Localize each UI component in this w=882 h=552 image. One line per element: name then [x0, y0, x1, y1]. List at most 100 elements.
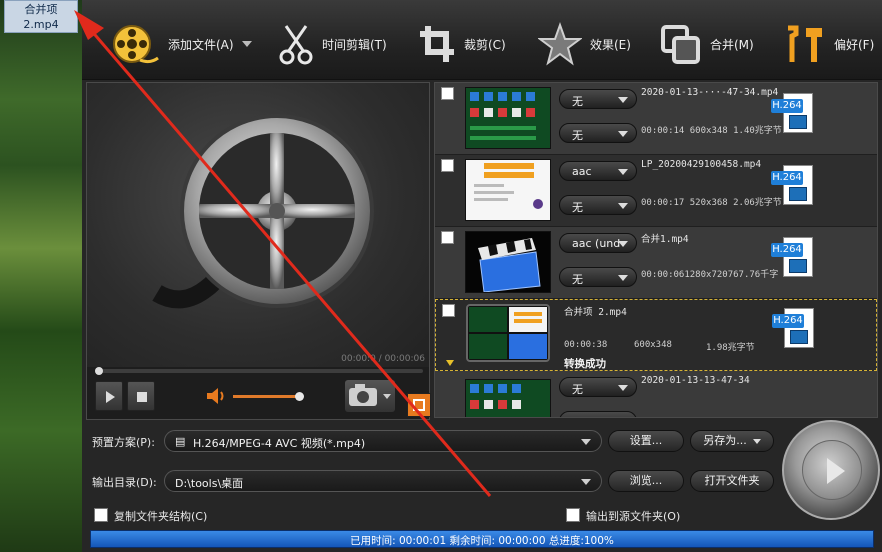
file-size: 1.98兆字节	[706, 343, 755, 353]
file-thumbnail	[465, 159, 551, 221]
preferences-label: 偏好(F)	[834, 37, 875, 52]
file-thumbnail	[465, 87, 551, 149]
file-name: 2020-01-13-13-47-34	[641, 375, 750, 386]
chevron-down-icon	[618, 97, 628, 103]
chevron-down-icon	[581, 479, 591, 485]
output-to-source-checkbox[interactable]	[566, 508, 580, 522]
file-checkbox[interactable]	[441, 87, 454, 100]
chevron-down-icon	[618, 241, 628, 247]
seek-handle[interactable]	[95, 367, 103, 375]
h264-file-icon: H.264	[771, 93, 819, 139]
save-as-button[interactable]: 另存为...	[690, 430, 774, 452]
volume-slider[interactable]	[233, 392, 304, 401]
chevron-down-icon	[618, 203, 628, 209]
play-icon	[827, 458, 845, 484]
file-checkbox[interactable]	[442, 304, 455, 317]
file-meta: 00:00:061280x720767.76千字	[641, 270, 779, 280]
chevron-down-icon	[618, 275, 628, 281]
desktop-background: 合并项 2.mp4	[0, 0, 82, 552]
merged-thumbnail	[466, 304, 550, 362]
file-duration: 00:00:38	[564, 340, 608, 350]
preferences-button[interactable]: 偏好(F)	[782, 22, 874, 66]
crop-button[interactable]: 裁剪(C)	[418, 22, 506, 66]
volume-handle[interactable]	[295, 392, 304, 401]
clapperboard-icon	[466, 232, 550, 292]
play-icon	[106, 391, 115, 403]
conversion-status: 转换成功	[564, 358, 606, 370]
file-name: 合并项 2.mp4	[564, 307, 627, 318]
preview-panel: 00:00:0 / 00:00:06	[86, 82, 431, 420]
file-name: 2020-01-13-···-47-34.mp4	[641, 87, 779, 98]
desktop-file-icon[interactable]: 合并项 2.mp4	[4, 0, 78, 33]
file-row[interactable]: 无 无 2020-01-13-···-47-34.mp4 00:00:14 60…	[435, 83, 877, 155]
audio-track-select[interactable]: 无	[559, 377, 637, 397]
convert-button[interactable]	[782, 420, 880, 520]
crop-label: 裁剪(C)	[464, 37, 506, 52]
trim-label: 时间剪辑(T)	[322, 37, 387, 52]
audio-track-select[interactable]: 无	[559, 89, 637, 109]
preview-time: 00:00:0 / 00:00:06	[341, 354, 425, 364]
file-row[interactable]: 无 2020-01-13-13-47-34	[435, 371, 877, 417]
subtitle-select[interactable]: 无	[559, 267, 637, 287]
merge-button[interactable]: 合并(M)	[660, 22, 754, 66]
effects-button[interactable]: 效果(E)	[538, 22, 631, 66]
open-folder-button[interactable]: 打开文件夹	[690, 470, 774, 492]
subtitle-select[interactable]: 无	[559, 195, 637, 215]
film-reel-icon	[113, 25, 159, 64]
expand-arrow-icon[interactable]	[446, 360, 454, 366]
h264-file-icon: H.264	[772, 308, 820, 354]
file-resolution: 600x348	[634, 340, 672, 350]
camera-icon	[349, 384, 391, 406]
browse-button[interactable]: 浏览...	[608, 470, 684, 492]
scissors-icon	[279, 25, 313, 65]
file-row-selected[interactable]: 合并项 2.mp4 00:00:38 600x348 1.98兆字节 转换成功 …	[435, 299, 877, 371]
stop-button[interactable]	[127, 381, 155, 411]
output-dir-label: 输出目录(D):	[92, 476, 157, 489]
add-file-label: 添加文件(A)	[168, 37, 234, 52]
tools-icon	[788, 25, 822, 62]
file-thumbnail	[465, 379, 551, 417]
file-checkbox[interactable]	[441, 231, 454, 244]
volume-icon[interactable]	[205, 387, 227, 405]
snapshot-button[interactable]	[345, 380, 395, 412]
stop-icon	[137, 392, 147, 402]
save-as-label: 另存为...	[703, 434, 747, 447]
file-name: LP_20200429100458.mp4	[641, 159, 762, 170]
output-to-source-label: 输出到源文件夹(O)	[586, 510, 681, 523]
progress-status-bar: 已用时间: 00:00:01 剩余时间: 00:00:00 总进度:100%	[90, 530, 874, 548]
chevron-down-icon	[752, 438, 761, 444]
chevron-down-icon	[618, 131, 628, 137]
fit-icon	[413, 399, 425, 411]
merge-icon	[661, 25, 700, 64]
merge-label: 合并(M)	[710, 37, 754, 52]
trim-button[interactable]: 时间剪辑(T)	[278, 22, 387, 66]
audio-track-select[interactable]: aac	[559, 161, 637, 181]
file-meta: 00:00:14 600x348 1.40兆字节	[641, 126, 782, 136]
file-icon: ▤	[175, 435, 186, 448]
progress-text: 已用时间: 00:00:01 剩余时间: 00:00:00 总进度:100%	[350, 535, 614, 547]
copy-structure-checkbox[interactable]	[94, 508, 108, 522]
audio-track-select[interactable]: aac (und	[559, 233, 637, 253]
subtitle-select[interactable]: 无	[559, 123, 637, 143]
seek-bar[interactable]	[95, 367, 423, 375]
file-row[interactable]: aac 无 LP_20200429100458.mp4 00:00:17 520…	[435, 155, 877, 227]
file-row[interactable]: aac (und 无 合并1.mp4 00:00:061280x720767.7…	[435, 227, 877, 299]
file-checkbox[interactable]	[441, 159, 454, 172]
effects-label: 效果(E)	[590, 37, 631, 52]
h264-file-icon: H.264	[771, 237, 819, 283]
chevron-down-icon[interactable]	[241, 41, 252, 47]
star-icon	[538, 22, 582, 66]
file-meta: 00:00:17 520x368 2.06兆字节	[641, 198, 782, 208]
subtitle-select[interactable]	[559, 411, 637, 417]
preset-select[interactable]: ▤ H.264/MPEG-4 AVC 视频(*.mp4)	[164, 430, 602, 452]
settings-button[interactable]: 设置...	[608, 430, 684, 452]
fit-window-button[interactable]	[407, 393, 431, 417]
app-window: 添加文件(A) 时间剪辑(T) 裁剪(C) 效果(E) 合并(M) 偏好(F) …	[82, 0, 882, 552]
play-button[interactable]	[95, 381, 123, 411]
add-file-button[interactable]: 添加文件(A)	[110, 22, 252, 66]
film-reel-icon	[152, 114, 374, 309]
output-dir-select[interactable]: D:\tools\桌面	[164, 470, 602, 492]
crop-icon	[420, 26, 454, 62]
toolbar: 添加文件(A) 时间剪辑(T) 裁剪(C) 效果(E) 合并(M) 偏好(F)	[82, 0, 882, 80]
chevron-down-icon	[581, 439, 591, 445]
